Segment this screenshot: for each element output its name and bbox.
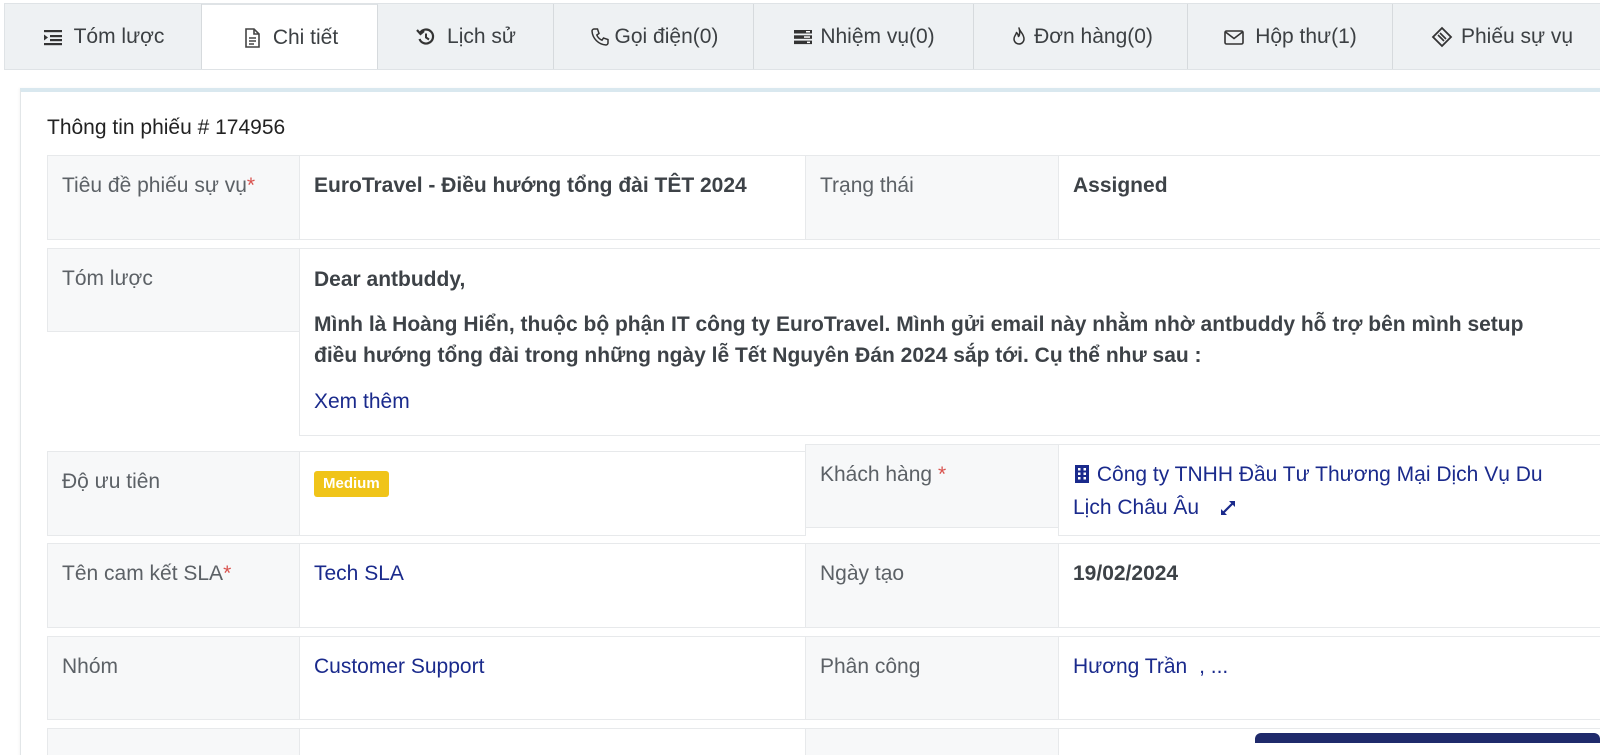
next-row-label-2 bbox=[805, 728, 1059, 755]
fire-icon bbox=[1008, 26, 1030, 48]
assignee-link[interactable]: Hương Trần bbox=[1073, 655, 1187, 678]
customer-link[interactable]: Công ty TNHH Đầu Tư Thương Mại Dịch Vụ D… bbox=[1073, 463, 1543, 519]
customer-label: Khách hàng * bbox=[805, 444, 1059, 528]
tab-label: Phiếu sự vụ bbox=[1461, 25, 1574, 48]
sla-link[interactable]: Tech SLA bbox=[314, 562, 404, 585]
status-label: Trạng thái bbox=[805, 155, 1059, 240]
priority-value: Medium bbox=[299, 451, 806, 536]
group-value: Customer Support bbox=[299, 636, 806, 720]
tab-label: Hộp thư(1) bbox=[1255, 25, 1357, 48]
required-mark: * bbox=[937, 463, 947, 486]
priority-badge: Medium bbox=[314, 471, 389, 497]
sla-value: Tech SLA bbox=[299, 543, 806, 628]
tab-mailbox[interactable]: Hộp thư(1) bbox=[1188, 4, 1393, 69]
tab-label: Nhiệm vụ(0) bbox=[820, 25, 935, 48]
tab-history[interactable]: Lịch sử bbox=[378, 4, 554, 69]
phone-icon bbox=[589, 26, 611, 48]
ticket-icon bbox=[1431, 26, 1453, 48]
summary-value: Dear antbuddy, Mình là Hoàng Hiển, thuộc… bbox=[299, 248, 1600, 436]
assignee-more[interactable]: , ... bbox=[1199, 655, 1228, 678]
tab-tickets[interactable]: Phiếu sự vụ bbox=[1393, 4, 1600, 69]
tab-bar: Tóm lược Chi tiết Lịch sử Gọi điện(0) Nh… bbox=[4, 3, 1600, 70]
priority-label: Độ ưu tiên bbox=[47, 451, 300, 536]
tab-tasks[interactable]: Nhiệm vụ(0) bbox=[754, 4, 974, 69]
envelope-icon bbox=[1223, 26, 1245, 48]
tab-details[interactable]: Chi tiết bbox=[202, 4, 378, 69]
next-row-label bbox=[47, 728, 300, 755]
panel-title: Thông tin phiếu # 174956 bbox=[47, 116, 286, 139]
summary-greeting: Dear antbuddy, bbox=[314, 268, 466, 291]
status-value: Assigned bbox=[1058, 155, 1600, 240]
next-row-value bbox=[299, 728, 806, 755]
customer-value: Công ty TNHH Đầu Tư Thương Mại Dịch Vụ D… bbox=[1058, 444, 1600, 536]
expand-icon[interactable] bbox=[1219, 496, 1237, 526]
group-link[interactable]: Customer Support bbox=[314, 655, 484, 678]
assignee-value: Hương Trần , ... bbox=[1058, 636, 1600, 720]
history-icon bbox=[415, 26, 437, 48]
building-icon bbox=[1073, 463, 1091, 493]
summary-body: Mình là Hoàng Hiển, thuộc bộ phận IT côn… bbox=[314, 313, 1524, 367]
tab-summary[interactable]: Tóm lược bbox=[5, 4, 202, 69]
required-mark: * bbox=[246, 174, 256, 197]
created-date-label: Ngày tạo bbox=[805, 543, 1059, 628]
floating-toolbar-edge[interactable] bbox=[1255, 733, 1600, 743]
required-mark: * bbox=[223, 562, 232, 585]
subject-value: EuroTravel - Điều hướng tổng đài TÊT 202… bbox=[299, 155, 806, 240]
assignee-label: Phân công bbox=[805, 636, 1059, 720]
tab-label: Tóm lược bbox=[73, 25, 165, 48]
list-indent-icon bbox=[42, 26, 64, 48]
tab-orders[interactable]: Đơn hàng(0) bbox=[974, 4, 1188, 69]
summary-label: Tóm lược bbox=[47, 248, 300, 332]
see-more-link[interactable]: Xem thêm bbox=[314, 387, 1600, 417]
tasks-icon bbox=[792, 26, 814, 48]
subject-label: Tiêu đề phiếu sự vụ* bbox=[47, 155, 300, 240]
created-date-value: 19/02/2024 bbox=[1058, 543, 1600, 628]
tab-label: Gọi điện(0) bbox=[614, 25, 719, 48]
tab-calls[interactable]: Gọi điện(0) bbox=[554, 4, 754, 69]
sla-label: Tên cam kết SLA* bbox=[47, 543, 300, 628]
tab-label: Lịch sử bbox=[447, 25, 516, 48]
document-icon bbox=[241, 27, 263, 49]
tab-label: Đơn hàng(0) bbox=[1034, 25, 1153, 48]
tab-label: Chi tiết bbox=[272, 26, 339, 49]
group-label: Nhóm bbox=[47, 636, 300, 720]
